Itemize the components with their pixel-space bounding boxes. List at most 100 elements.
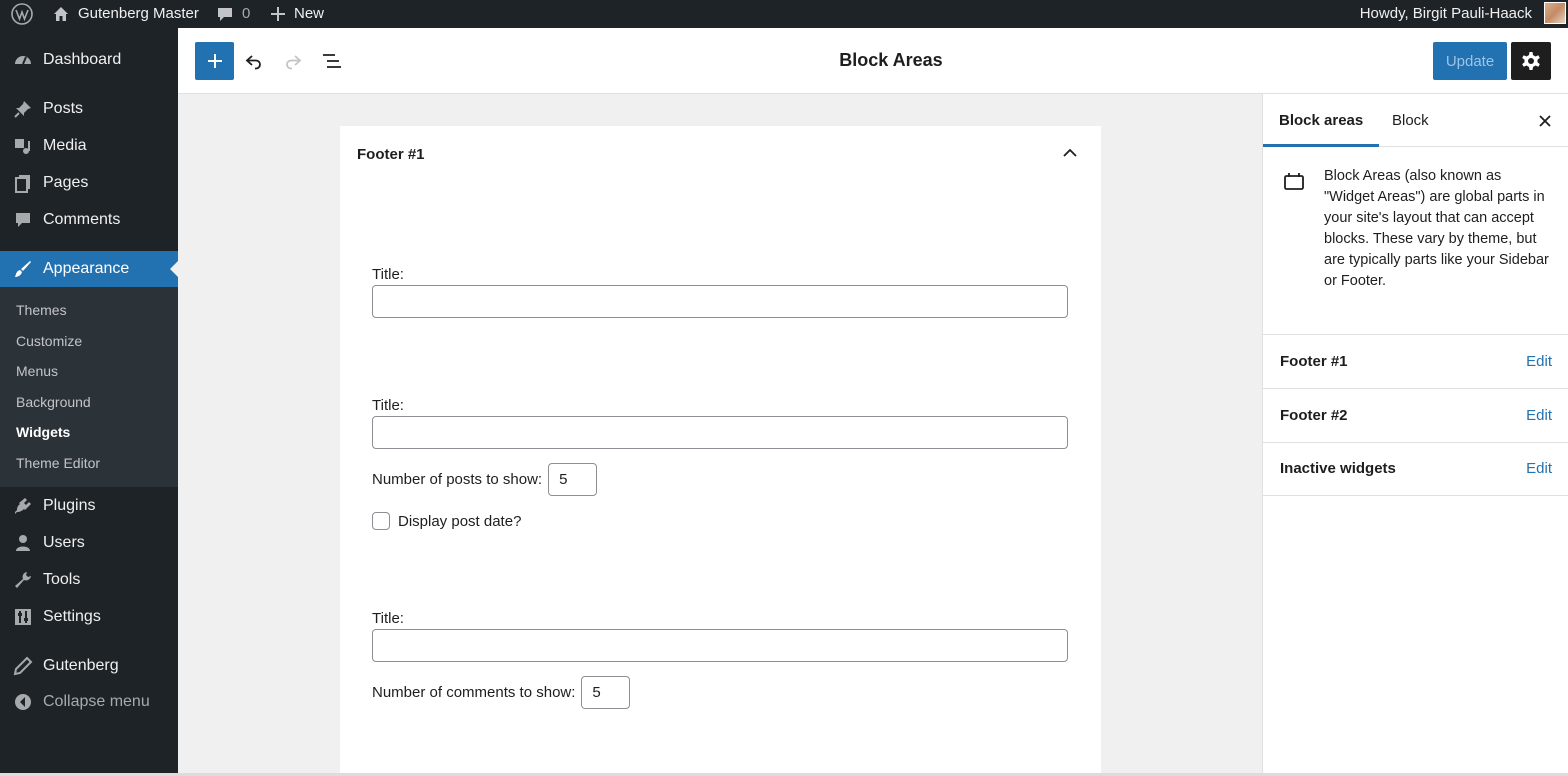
area-name-footer-1: Footer #1: [1280, 353, 1348, 370]
menu-users-label: Users: [43, 534, 85, 551]
menu-appearance[interactable]: Appearance: [0, 251, 178, 287]
comments-count-row: Number of comments to show: 5: [372, 676, 631, 709]
posts-count-label: Number of posts to show:: [372, 471, 543, 488]
area-row-footer-1: Footer #1 Edit: [1263, 335, 1568, 389]
user-icon: [13, 533, 33, 553]
menu-media[interactable]: Media: [0, 128, 178, 164]
close-icon: [1539, 115, 1551, 127]
new-label: New: [294, 5, 325, 22]
settings-sidebar: Block areas Block Block Areas (also know…: [1262, 94, 1568, 776]
close-settings-button[interactable]: [1535, 111, 1555, 131]
menu-gutenberg[interactable]: Gutenberg: [0, 648, 178, 684]
submenu-themes[interactable]: Themes: [16, 300, 67, 320]
posts-count-input[interactable]: 5: [548, 463, 598, 496]
display-date-label: Display post date?: [398, 512, 522, 530]
menu-pages[interactable]: Pages: [0, 165, 178, 201]
comments-count-input[interactable]: 5: [581, 676, 631, 709]
submenu-theme-editor[interactable]: Theme Editor: [16, 453, 100, 473]
menu-users[interactable]: Users: [0, 525, 178, 561]
comments-count: 0: [242, 5, 251, 22]
area-name-footer-2: Footer #2: [1280, 407, 1348, 424]
title-label-2: Title:: [372, 397, 404, 414]
menu-gutenberg-label: Gutenberg: [43, 657, 119, 674]
settings-tabs: Block areas Block: [1263, 94, 1568, 147]
admin-bar: Gutenberg Master 0 New Howdy, Birgit Pau…: [0, 0, 1568, 28]
submenu-customize[interactable]: Customize: [16, 331, 82, 351]
comments-count-label: Number of comments to show:: [372, 684, 576, 701]
title-label-3: Title:: [372, 610, 404, 627]
area-row-footer-2: Footer #2 Edit: [1263, 389, 1568, 443]
plug-icon: [13, 496, 33, 516]
block-area-title: Footer #1: [357, 146, 425, 163]
editor-header: Block Areas Update: [178, 28, 1568, 94]
chevron-up-icon: [1063, 148, 1077, 157]
block-areas-info: Block Areas (also known as "Widget Areas…: [1263, 147, 1568, 335]
display-date-checkbox[interactable]: [372, 512, 390, 530]
tab-block[interactable]: Block: [1376, 94, 1445, 147]
tab-block-areas[interactable]: Block areas: [1263, 94, 1380, 147]
wrench-icon: [13, 570, 33, 590]
settings-button[interactable]: [1511, 42, 1551, 80]
collapse-icon: [13, 692, 33, 712]
comments-link[interactable]: 0: [216, 0, 250, 28]
title-input-1[interactable]: [372, 285, 1068, 318]
comment-icon: [13, 210, 33, 230]
title-input-3[interactable]: [372, 629, 1068, 662]
area-row-inactive-widgets: Inactive widgets Edit: [1263, 442, 1568, 496]
block-area-footer-1: Footer #1 Title: Title: Number of posts …: [340, 126, 1101, 776]
new-content-link[interactable]: New: [270, 0, 324, 28]
pin-icon: [13, 99, 33, 119]
block-area-icon: [1284, 173, 1304, 190]
submenu-menus[interactable]: Menus: [16, 361, 58, 381]
collapse-area-button[interactable]: [1059, 142, 1081, 164]
menu-dashboard-label: Dashboard: [43, 51, 122, 68]
howdy-text: Howdy, Birgit Pauli-Haack: [1359, 5, 1532, 22]
menu-appearance-label: Appearance: [43, 260, 130, 277]
home-icon: [54, 7, 68, 21]
collapse-menu-label: Collapse menu: [43, 693, 150, 710]
appearance-submenu: Themes Customize Menus Background Widget…: [0, 287, 178, 487]
menu-tools[interactable]: Tools: [0, 562, 178, 598]
menu-dashboard[interactable]: Dashboard: [0, 42, 178, 78]
edit-footer-2-link[interactable]: Edit: [1526, 407, 1552, 424]
site-name: Gutenberg Master: [78, 5, 199, 22]
submenu-widgets[interactable]: Widgets: [16, 422, 70, 442]
update-button[interactable]: Update: [1433, 42, 1507, 80]
gear-icon: [1522, 52, 1540, 70]
wordpress-logo-icon[interactable]: [10, 2, 34, 26]
editor-canvas: Footer #1 Title: Title: Number of posts …: [178, 94, 1262, 776]
menu-media-label: Media: [43, 137, 87, 154]
title-label-1: Title:: [372, 266, 404, 283]
account-menu[interactable]: Howdy, Birgit Pauli-Haack: [1360, 0, 1532, 28]
menu-plugins-label: Plugins: [43, 497, 96, 514]
title-input-2[interactable]: [372, 416, 1068, 449]
edit-footer-1-link[interactable]: Edit: [1526, 353, 1552, 370]
menu-posts[interactable]: Posts: [0, 91, 178, 127]
menu-comments[interactable]: Comments: [0, 202, 178, 238]
block-areas-description: Block Areas (also known as "Widget Areas…: [1324, 168, 1549, 289]
menu-settings[interactable]: Settings: [0, 599, 178, 635]
admin-sidebar: Dashboard Posts Media Pages Comments App…: [0, 28, 178, 776]
submenu-background[interactable]: Background: [16, 392, 91, 412]
posts-count-row: Number of posts to show: 5: [372, 463, 598, 496]
brush-icon: [13, 259, 33, 279]
dashboard-icon: [13, 50, 33, 70]
area-name-inactive-widgets: Inactive widgets: [1280, 460, 1396, 477]
plus-icon: [271, 7, 285, 21]
collapse-menu-button[interactable]: Collapse menu: [0, 684, 178, 720]
menu-settings-label: Settings: [43, 608, 101, 625]
menu-posts-label: Posts: [43, 100, 84, 117]
media-icon: [13, 136, 33, 156]
edit-inactive-widgets-link[interactable]: Edit: [1526, 460, 1552, 477]
display-date-row: Display post date?: [372, 512, 521, 530]
avatar[interactable]: [1544, 2, 1566, 24]
menu-comments-label: Comments: [43, 211, 121, 228]
sliders-icon: [13, 607, 33, 627]
site-name-link[interactable]: Gutenberg Master: [52, 0, 199, 28]
menu-pages-label: Pages: [43, 174, 89, 191]
pages-icon: [13, 173, 33, 193]
page-title: Block Areas: [839, 50, 943, 70]
menu-plugins[interactable]: Plugins: [0, 488, 178, 524]
pencil-icon: [13, 656, 33, 676]
comment-icon: [218, 8, 232, 21]
